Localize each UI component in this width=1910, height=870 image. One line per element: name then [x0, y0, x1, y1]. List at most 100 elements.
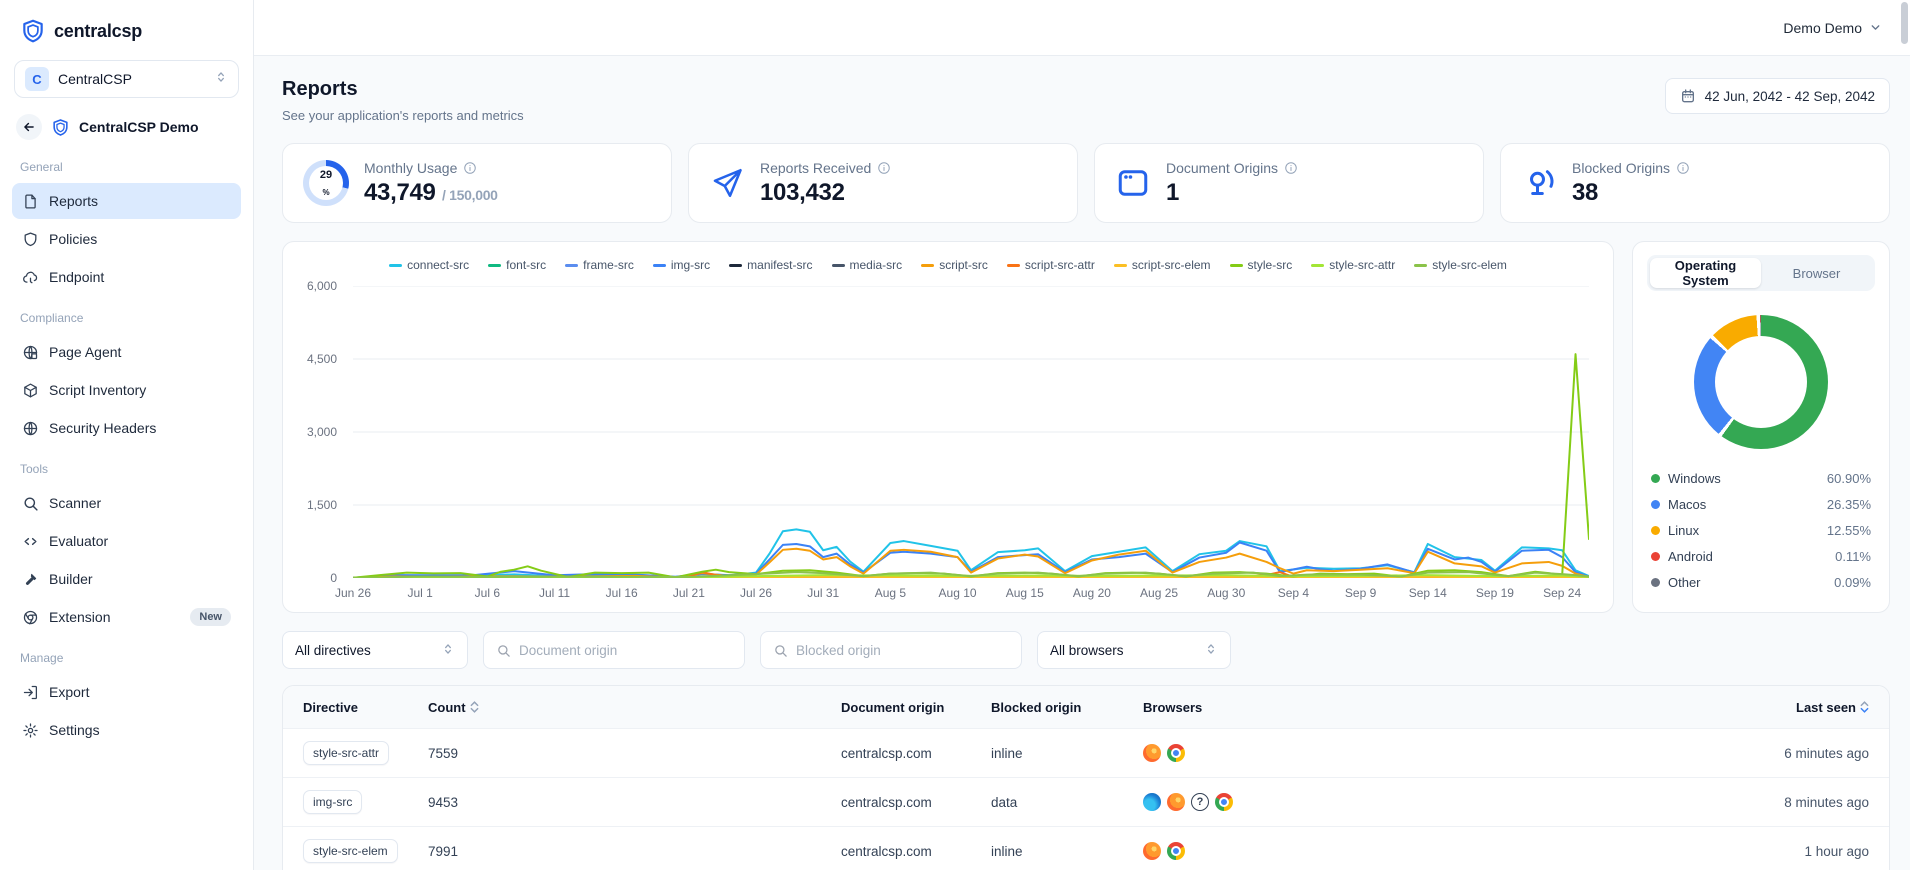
table-row-style-src-attr[interactable]: style-src-attr 7559 centralcsp.com inlin… — [283, 728, 1889, 777]
x-tick: Jul 31 — [807, 586, 840, 600]
sidebar: centralcsp C CentralCSP CentralCSP Demo … — [0, 0, 254, 870]
tab-operating-system[interactable]: Operating System — [1650, 258, 1761, 288]
sidebar-item-extension[interactable]: Extension New — [12, 599, 241, 635]
shield-logo-icon — [23, 19, 43, 43]
sidebar-item-reports[interactable]: Reports — [12, 183, 241, 219]
user-name: Demo Demo — [1783, 19, 1862, 36]
col-count-sort[interactable]: Count — [428, 700, 841, 715]
chrome-icon — [1215, 793, 1233, 811]
y-tick: 3,000 — [306, 425, 337, 439]
document-origin-cell: centralcsp.com — [841, 794, 932, 810]
table-body: style-src-attr 7559 centralcsp.com inlin… — [283, 728, 1889, 870]
tab-browser[interactable]: Browser — [1761, 258, 1872, 288]
legend-dot — [1651, 552, 1660, 561]
count-cell: 7559 — [428, 745, 459, 761]
info-icon[interactable] — [463, 161, 477, 175]
blocked-origin-input[interactable] — [796, 642, 1009, 658]
y-tick: 4,500 — [306, 352, 337, 366]
filter-row: All directives All browsers — [282, 631, 1890, 669]
sort-icon-active-desc — [1860, 701, 1869, 713]
chart-legend: connect-src font-src frame-src img-src m… — [301, 256, 1595, 276]
sidebar-item-export[interactable]: Export — [12, 674, 241, 710]
info-icon[interactable] — [877, 161, 891, 175]
legend-swatch — [1311, 263, 1325, 267]
blocked-origin-search — [760, 631, 1022, 669]
x-tick: Aug 20 — [1072, 586, 1111, 600]
os-breakdown-card: Operating System Browser Windows 60.90% … — [1632, 241, 1890, 613]
x-tick: Jul 11 — [538, 586, 571, 600]
os-browser-tabs: Operating System Browser — [1647, 255, 1875, 291]
document-origin-cell: centralcsp.com — [841, 745, 932, 761]
col-browsers: Browsers — [1143, 699, 1203, 715]
legend-script-src: script-src — [921, 258, 988, 272]
blocked-origin-cell: data — [991, 794, 1018, 810]
org-avatar: C — [25, 67, 49, 91]
last-seen-cell: 6 minutes ago — [1784, 745, 1869, 761]
brand-name: centralcsp — [54, 20, 143, 41]
donut-ring — [1694, 315, 1828, 449]
sidebar-item-page-agent[interactable]: Page Agent — [12, 334, 241, 370]
file-icon — [22, 193, 39, 210]
globe-icon — [22, 420, 39, 437]
legend-script-src-attr: script-src-attr — [1006, 258, 1095, 272]
shield-icon — [22, 231, 39, 248]
browsers-cell — [1143, 744, 1649, 762]
x-tick: Sep 24 — [1543, 586, 1582, 600]
stat-label: Blocked Origins — [1572, 159, 1671, 176]
globe-box-icon — [22, 344, 39, 361]
directive-badge: style-src-attr — [303, 741, 389, 765]
back-button[interactable] — [16, 114, 42, 140]
legend-swatch — [1006, 263, 1020, 267]
sidebar-section-tools: Tools — [20, 462, 49, 476]
sidebar-item-evaluator[interactable]: Evaluator — [12, 523, 241, 559]
stat-card-reports-received: Reports Received 103,432 — [688, 143, 1078, 223]
stat-label: Reports Received — [760, 159, 872, 176]
x-tick: Jul 26 — [740, 586, 773, 600]
search-icon — [22, 495, 39, 512]
y-tick: 1,500 — [306, 498, 337, 512]
legend-connect-src: connect-src — [389, 258, 469, 272]
project-header: CentralCSP Demo — [12, 112, 241, 146]
legend-frame-src: frame-src — [565, 258, 634, 272]
sidebar-item-security-headers[interactable]: Security Headers — [12, 410, 241, 446]
directives-filter-select[interactable]: All directives — [282, 631, 468, 669]
last-seen-cell: 8 minutes ago — [1784, 794, 1869, 810]
sidebar-nav: General Reports Policies Endpoint Compli… — [12, 146, 241, 748]
x-tick: Aug 25 — [1140, 586, 1179, 600]
date-range-button[interactable]: 42 Jun, 2042 - 42 Sep, 2042 — [1664, 78, 1890, 114]
legend-dot — [1651, 474, 1660, 483]
sidebar-item-settings[interactable]: Settings — [12, 712, 241, 748]
legend-swatch — [488, 263, 502, 267]
sidebar-item-builder[interactable]: Builder — [12, 561, 241, 597]
directive-badge: img-src — [303, 790, 363, 814]
info-icon[interactable] — [1676, 161, 1690, 175]
os-legend-macos: Macos 26.35% — [1651, 497, 1871, 512]
user-menu[interactable]: Demo Demo — [1783, 20, 1882, 36]
table-row-img-src[interactable]: img-src 9453 centralcsp.com data ? 8 min… — [283, 777, 1889, 826]
browsers-filter-select[interactable]: All browsers — [1037, 631, 1231, 669]
os-legend-other: Other 0.09% — [1651, 575, 1871, 590]
sidebar-item-script-inventory[interactable]: Script Inventory — [12, 372, 241, 408]
sidebar-item-scanner[interactable]: Scanner — [12, 485, 241, 521]
x-tick: Sep 4 — [1277, 586, 1310, 600]
legend-script-src-elem: script-src-elem — [1113, 258, 1211, 272]
os-legend: Windows 60.90% Macos 26.35% Linux 12.55%… — [1647, 469, 1875, 594]
y-tick: 6,000 — [306, 279, 337, 293]
x-tick: Sep 19 — [1475, 586, 1514, 600]
legend-dot — [1651, 578, 1660, 587]
sidebar-item-endpoint[interactable]: Endpoint — [12, 259, 241, 295]
x-tick: Jul 6 — [474, 586, 501, 600]
unknown-browser-icon: ? — [1191, 793, 1209, 811]
col-blocked-origin: Blocked origin — [991, 699, 1082, 715]
legend-swatch — [389, 263, 403, 267]
ring-icon: 29% — [303, 160, 349, 206]
col-last-seen-sort[interactable]: Last seen — [1649, 700, 1869, 715]
sidebar-item-policies[interactable]: Policies — [12, 221, 241, 257]
box-icon — [22, 382, 39, 399]
document-origin-input[interactable] — [519, 642, 732, 658]
table-row-style-src-elem[interactable]: style-src-elem 7991 centralcsp.com inlin… — [283, 826, 1889, 870]
org-select[interactable]: C CentralCSP — [14, 60, 239, 98]
firefox-icon — [1143, 744, 1161, 762]
info-icon[interactable] — [1284, 161, 1298, 175]
scrollbar-thumb[interactable] — [1901, 2, 1908, 44]
